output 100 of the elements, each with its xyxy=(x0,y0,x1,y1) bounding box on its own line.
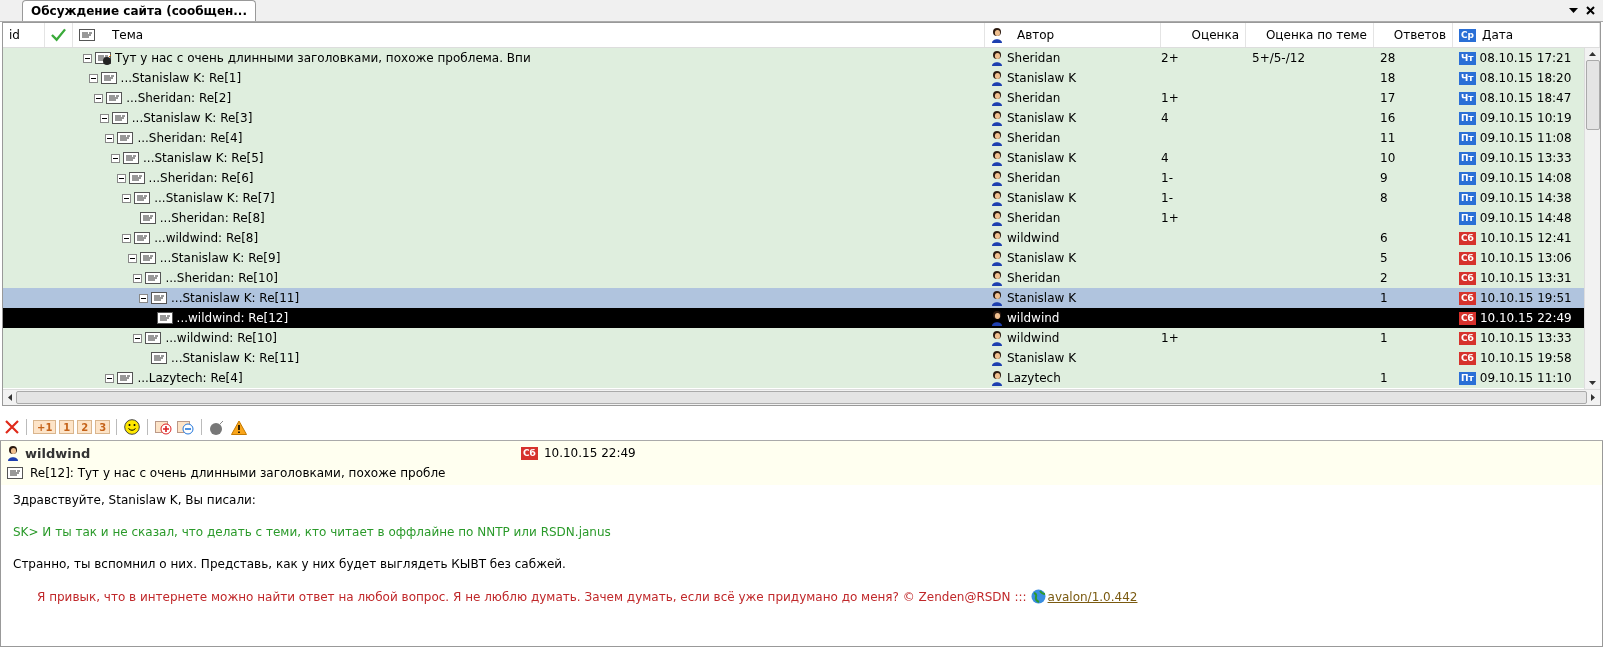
table-cell: 11 xyxy=(1380,131,1396,145)
person-icon xyxy=(991,190,1003,206)
column-header[interactable]: Ответов xyxy=(1374,23,1453,47)
person-icon xyxy=(7,445,19,461)
table-row[interactable]: ...Sheridan: Re[6] Sheridan 1- 9 Пт 09.10.15 14:08 xyxy=(3,168,1584,188)
table-row[interactable]: ...Stanislaw K: Re[3] Stanislaw K 4 16 Пт 09.10.15 10:19 xyxy=(3,108,1584,128)
vertical-scrollbar[interactable] xyxy=(1584,48,1600,389)
message-icon xyxy=(111,110,129,126)
date-text: 10.10.15 19:51 xyxy=(1479,291,1572,305)
column-header[interactable]: Автор xyxy=(985,23,1161,47)
table-row[interactable]: ...wildwind: Re[10] wildwind 1+ 1 Сб 10.10.15 13:33 xyxy=(3,328,1584,348)
table-row[interactable]: ...Sheridan: Re[8] Sheridan 1+ Пт 09.10.15 14:48 xyxy=(3,208,1584,228)
collapse-icon[interactable] xyxy=(133,333,143,343)
table-row[interactable]: ...wildwind: Re[12] wildwind Сб 10.10.15 22:49 xyxy=(3,308,1584,328)
day-badge: Сб xyxy=(521,446,538,460)
author-name: Sheridan xyxy=(1007,131,1061,145)
collapse-icon[interactable] xyxy=(105,133,115,143)
collapse-icon[interactable] xyxy=(83,53,92,63)
minus-icon xyxy=(177,419,195,435)
table-cell: 28 xyxy=(1380,51,1396,65)
smile-button[interactable] xyxy=(123,418,142,436)
collapse-icon[interactable] xyxy=(122,233,132,243)
day-badge: Сб xyxy=(1459,331,1476,345)
table-cell: 4 xyxy=(1161,151,1169,165)
topic-text: ...Stanislaw K: Re[7] xyxy=(154,191,275,205)
link[interactable]: avalon/1.0.442 xyxy=(1047,589,1138,604)
day-badge: Сб xyxy=(1459,351,1476,365)
collapse-icon[interactable] xyxy=(88,73,98,83)
message-icon xyxy=(79,27,96,43)
message-icon xyxy=(156,310,174,326)
collapse-icon[interactable] xyxy=(111,153,120,163)
table-row[interactable]: ...Stanislaw K: Re[7] Stanislaw K 1- 8 Пт 09.10.15 14:38 xyxy=(3,188,1584,208)
author-name: wildwind xyxy=(25,445,92,461)
collapse-icon[interactable] xyxy=(139,293,148,303)
globe-icon xyxy=(1030,589,1046,604)
table-row[interactable]: ...Sheridan: Re[10] Sheridan 2 Сб 10.10.15 13:31 xyxy=(3,268,1584,288)
author-name: Stanislaw K xyxy=(1007,151,1077,165)
table-row[interactable]: ...Stanislaw K: Re[5] Stanislaw K 4 10 Пт 09.10.15 13:33 xyxy=(3,148,1584,168)
collapse-icon[interactable] xyxy=(99,113,109,123)
author-name: Sheridan xyxy=(1007,271,1061,285)
table-row[interactable]: ...Sheridan: Re[4] Sheridan 11 Пт 09.10.15 11:08 xyxy=(3,128,1584,148)
column-header[interactable]: Ср Дата xyxy=(1453,23,1600,47)
date-text: 10.10.15 13:31 xyxy=(1479,271,1572,285)
topic-text: ...wildwind: Re[8] xyxy=(154,231,259,245)
table-cell: 18 xyxy=(1380,71,1396,85)
collapse-icon[interactable] xyxy=(94,93,104,103)
date-text: 10.10.15 12:41 xyxy=(1479,231,1572,245)
topic-text: ...Stanislaw K: Re[9] xyxy=(159,251,281,265)
collapse-icon[interactable] xyxy=(133,273,143,283)
table-row[interactable]: ...Stanislaw K: Re[1] Stanislaw K 18 Чт 08.10.15 18:20 xyxy=(3,68,1584,88)
person-icon xyxy=(991,170,1003,186)
warning-button[interactable] xyxy=(230,418,249,436)
person-icon xyxy=(991,50,1003,66)
table-row[interactable]: ...Lazytech: Re[4] Lazytech 1 Пт 09.10.15 11:10 xyxy=(3,368,1584,388)
scroll-thumb[interactable] xyxy=(16,391,1587,404)
table-cell: 4 xyxy=(1161,111,1169,125)
column-header[interactable]: Оценка по теме xyxy=(1246,23,1374,47)
day-badge: Пт xyxy=(1459,211,1476,225)
message-icon xyxy=(134,190,152,206)
table-row[interactable]: ...Sheridan: Re[2] Sheridan 1+ 17 Чт 08.10.15 18:47 xyxy=(3,88,1584,108)
date-text: 08.10.15 17:21 xyxy=(1479,51,1572,65)
table-row[interactable]: ...Stanislaw K: Re[9] Stanislaw K 5 Сб 10.10.15 13:06 xyxy=(3,248,1584,268)
table-row[interactable]: ...Stanislaw K: Re[11] Stanislaw K 1 Сб 10.10.15 19:51 xyxy=(3,288,1584,308)
date-text: 10.10.15 19:58 xyxy=(1479,351,1572,365)
collapse-icon[interactable] xyxy=(116,173,126,183)
plus-button[interactable] xyxy=(154,418,174,436)
topic-text: ...Stanislaw K: Re[5] xyxy=(143,151,264,165)
collapse-icon[interactable] xyxy=(105,373,115,383)
message-icon xyxy=(134,230,152,246)
author-name: Stanislaw K xyxy=(1007,251,1077,265)
person-icon xyxy=(991,270,1003,286)
author-name: wildwind xyxy=(1007,311,1060,325)
date-text: 09.10.15 14:08 xyxy=(1479,171,1572,185)
message-icon xyxy=(7,465,24,481)
table-cell: 17 xyxy=(1380,91,1396,105)
day-badge: Ср xyxy=(1459,28,1477,42)
table-row[interactable]: ...wildwind: Re[8] wildwind 6 Сб 10.10.15 12:41 xyxy=(3,228,1584,248)
table-cell: 1- xyxy=(1161,171,1173,185)
author-name: Stanislaw K xyxy=(1007,291,1077,305)
author-name: Stanislaw K xyxy=(1007,191,1077,205)
table-row[interactable]: ...Stanislaw K: Re[11] Stanislaw K Сб 10.10.15 19:58 xyxy=(3,348,1584,368)
column-header[interactable]: Тема xyxy=(73,23,985,47)
column-header[interactable]: Оценка xyxy=(1161,23,1246,47)
message-icon xyxy=(106,90,124,106)
table-row[interactable]: Тут у нас с очень длинными заголовками, похоже проблема. Впи Sheridan 2+ 5+/5-/12 28 Чт 08.10.15 17:21 xyxy=(3,48,1584,68)
table-cell: 2+ xyxy=(1161,51,1179,65)
author-name: Sheridan xyxy=(1007,211,1061,225)
delete-button[interactable] xyxy=(4,419,20,435)
author-name: wildwind xyxy=(1007,331,1060,345)
collapse-icon[interactable] xyxy=(127,253,137,263)
date-text: 10.10.15 13:06 xyxy=(1479,251,1572,265)
tab[interactable]: Обсуждение сайта (сообщен... xyxy=(22,0,256,21)
minus-button[interactable] xyxy=(176,418,196,436)
horizontal-scrollbar[interactable] xyxy=(3,389,1600,405)
collapse-icon[interactable] xyxy=(122,193,132,203)
column-header[interactable]: id xyxy=(3,23,45,47)
scroll-up-icon xyxy=(1589,52,1596,56)
topic-text: ...Sheridan: Re[10] xyxy=(165,271,278,285)
message-icon xyxy=(128,170,146,186)
scroll-thumb[interactable] xyxy=(1585,60,1600,130)
